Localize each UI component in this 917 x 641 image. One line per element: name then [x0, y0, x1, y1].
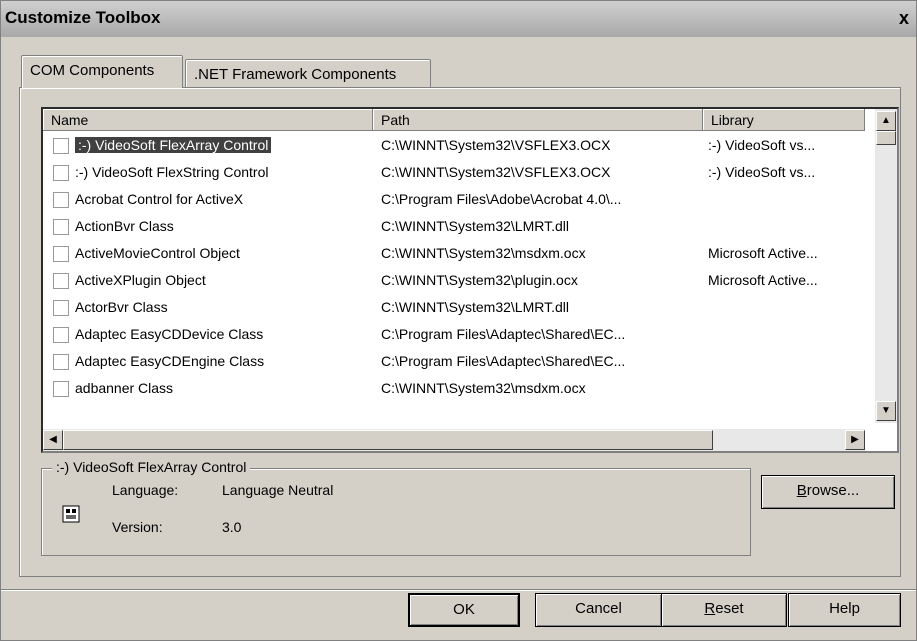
item-checkbox[interactable] — [53, 381, 69, 397]
details-group-title: :-) VideoSoft FlexArray Control — [52, 459, 251, 475]
item-library: Microsoft Active... — [708, 245, 818, 261]
item-name: :-) VideoSoft FlexArray Control — [75, 137, 272, 153]
tab-label: .NET Framework Components — [194, 66, 397, 83]
tab-com-components[interactable]: COM Components — [21, 55, 183, 88]
scroll-left-icon[interactable]: ◀ — [43, 430, 63, 450]
item-name: ActiveXPlugin Object — [75, 272, 206, 288]
item-library: :-) VideoSoft vs... — [708, 164, 816, 180]
item-path: C:\WINNT\System32\LMRT.dll — [381, 218, 569, 234]
list-item[interactable]: :-) VideoSoft FlexArray Control C:\WINNT\… — [43, 133, 865, 160]
list-item[interactable]: ActionBvr Class C:\WINNT\System32\LMRT.dl… — [43, 214, 865, 241]
item-path: C:\WINNT\System32\LMRT.dll — [381, 299, 569, 315]
item-path: C:\Program Files\Adobe\Acrobat 4.0\... — [381, 191, 622, 207]
item-checkbox[interactable] — [53, 138, 69, 154]
list-item[interactable]: ActiveXPlugin Object C:\WINNT\System32\pl… — [43, 268, 865, 295]
tab-label: COM Components — [30, 62, 155, 79]
list-item[interactable]: Adaptec EasyCDDevice Class C:\Program Fil… — [43, 322, 865, 349]
separator — [1, 589, 916, 591]
ok-button[interactable]: OK — [408, 593, 520, 627]
item-name: Acrobat Control for ActiveX — [75, 191, 244, 207]
version-label: Version: — [112, 519, 163, 535]
item-name: adbanner Class — [75, 380, 174, 396]
item-name: ActiveMovieControl Object — [75, 245, 240, 261]
item-checkbox[interactable] — [53, 273, 69, 289]
column-header-path[interactable]: Path — [373, 109, 703, 131]
item-checkbox[interactable] — [53, 300, 69, 316]
list-item[interactable]: ActiveMovieControl Object C:\WINNT\System… — [43, 241, 865, 268]
item-library: Microsoft Active... — [708, 272, 818, 288]
reset-mnemonic: R — [704, 600, 716, 617]
ok-label: OK — [453, 601, 475, 618]
version-value: 3.0 — [222, 519, 242, 535]
column-header-library[interactable]: Library — [703, 109, 865, 131]
scroll-thumb[interactable] — [876, 131, 896, 145]
list-item[interactable]: :-) VideoSoft FlexString Control C:\WINNT… — [43, 160, 865, 187]
components-list[interactable]: Name Path Library :-) VideoSoft FlexArra… — [41, 107, 899, 453]
item-library: :-) VideoSoft vs... — [708, 137, 816, 153]
item-path: C:\WINNT\System32\msdxm.ocx — [381, 245, 586, 261]
scroll-down-icon[interactable]: ▼ — [876, 401, 896, 421]
column-header-name[interactable]: Name — [43, 109, 373, 131]
item-checkbox[interactable] — [53, 327, 69, 343]
window-title: Customize Toolbox — [5, 8, 161, 27]
column-label: Name — [51, 112, 89, 128]
item-path: C:\WINNT\System32\VSFLEX3.OCX — [381, 164, 611, 180]
item-path: C:\Program Files\Adaptec\Shared\EC... — [381, 326, 626, 342]
item-path: C:\WINNT\System32\VSFLEX3.OCX — [381, 137, 611, 153]
language-value: Language Neutral — [222, 482, 334, 498]
browse-button[interactable]: Browse... — [761, 475, 895, 509]
cancel-label: Cancel — [575, 600, 622, 617]
list-item[interactable]: Acrobat Control for ActiveX C:\Program Fi… — [43, 187, 865, 214]
close-icon[interactable]: x — [894, 7, 914, 29]
item-name: Adaptec EasyCDEngine Class — [75, 353, 265, 369]
scroll-right-icon[interactable]: ▶ — [845, 430, 865, 450]
item-name: ActionBvr Class — [75, 218, 174, 234]
customize-toolbox-dialog: Customize Toolbox x COM Components .NET … — [0, 0, 917, 641]
reset-label: eset — [715, 600, 744, 617]
list-item[interactable]: ActorBvr Class C:\WINNT\System32\LMRT.dll — [43, 295, 865, 322]
scroll-thumb-horizontal[interactable] — [63, 430, 713, 450]
item-checkbox[interactable] — [53, 246, 69, 262]
scroll-up-icon[interactable]: ▲ — [876, 111, 896, 131]
component-icon — [62, 505, 80, 523]
cancel-button[interactable]: Cancel — [535, 593, 662, 627]
language-label: Language: — [112, 482, 179, 498]
item-path: C:\WINNT\System32\plugin.ocx — [381, 272, 578, 288]
item-checkbox[interactable] — [53, 219, 69, 235]
item-name: Adaptec EasyCDDevice Class — [75, 326, 264, 342]
item-name: ActorBvr Class — [75, 299, 168, 315]
item-name: :-) VideoSoft FlexString Control — [75, 164, 269, 180]
horizontal-scrollbar[interactable]: ◀ ▶ — [43, 429, 865, 451]
reset-button[interactable]: Reset — [661, 593, 787, 627]
browse-label: rowse... — [806, 482, 860, 499]
item-checkbox[interactable] — [53, 192, 69, 208]
browse-mnemonic: B — [796, 482, 807, 499]
item-path: C:\WINNT\System32\msdxm.ocx — [381, 380, 586, 396]
item-checkbox[interactable] — [53, 354, 69, 370]
component-details-group: :-) VideoSoft FlexArray Control Language… — [41, 459, 751, 556]
list-item[interactable]: Adaptec EasyCDEngine Class C:\Program Fil… — [43, 349, 865, 376]
help-button[interactable]: Help — [788, 593, 901, 627]
column-label: Path — [381, 112, 410, 128]
vertical-scrollbar[interactable]: ▲ ▼ — [875, 109, 897, 423]
list-item[interactable]: adbanner Class C:\WINNT\System32\msdxm.oc… — [43, 376, 865, 403]
help-label: Help — [829, 600, 860, 617]
item-path: C:\Program Files\Adaptec\Shared\EC... — [381, 353, 626, 369]
title-bar[interactable]: Customize Toolbox x — [1, 1, 916, 37]
column-label: Library — [711, 112, 754, 128]
tab-net-framework-components[interactable]: .NET Framework Components — [185, 59, 431, 87]
item-checkbox[interactable] — [53, 165, 69, 181]
